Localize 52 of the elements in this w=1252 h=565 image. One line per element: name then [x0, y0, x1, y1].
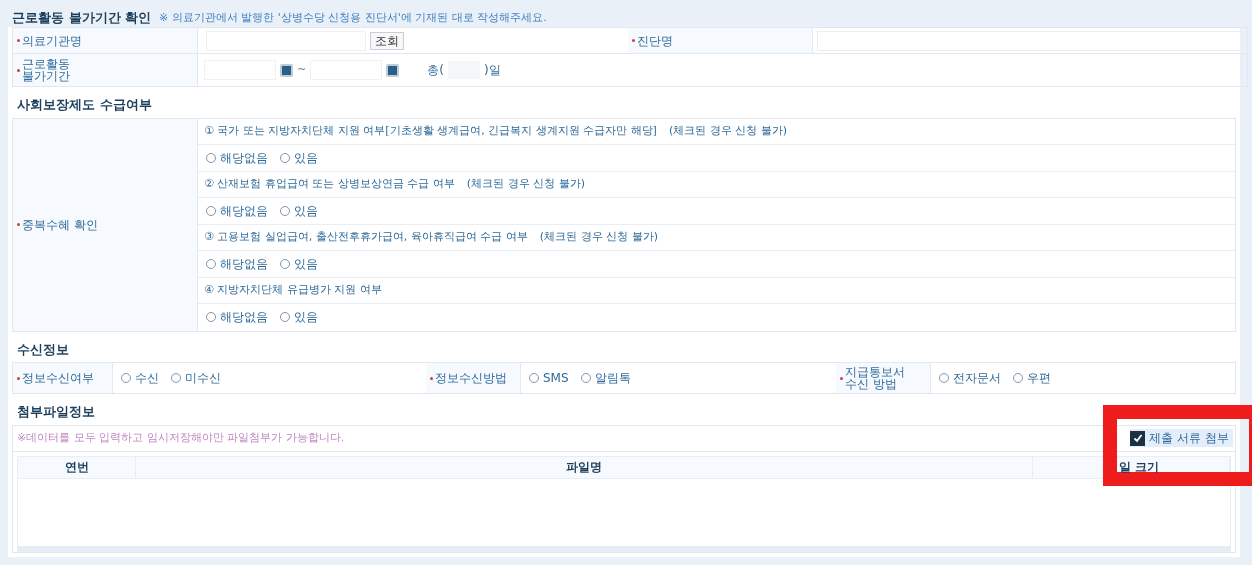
- required-icon: [17, 68, 20, 72]
- required-icon: [840, 376, 843, 380]
- field-label: 정보수신여부: [22, 372, 94, 384]
- required-icon: [632, 39, 635, 42]
- note-text: ※ 의료기관에서 발행한 '상병수당 신청용 진단서'에 기재된 대로 작성해주세요.: [159, 9, 547, 26]
- radio-option[interactable]: 해당없음: [206, 201, 268, 220]
- section-title: 수신정보: [16, 340, 70, 359]
- field-label: 정보수신방법: [435, 372, 507, 384]
- question-text: ① 국가 또는 지방자치단체 지원 여부[기초생활 생계급여, 긴급복지 생계지원 수급자만 해당]: [204, 123, 657, 139]
- calendar-icon[interactable]: [280, 63, 293, 77]
- total-days-prefix: 총(: [427, 62, 444, 79]
- question-text: ④ 지방자치단체 유급병가 지원 여부: [204, 282, 382, 298]
- section-title: 사회보장제도 수급여부: [16, 96, 153, 114]
- range-separator: ~: [297, 61, 307, 78]
- radio-option[interactable]: SMS: [529, 369, 569, 387]
- field-label: 근로활동 불가기간: [22, 58, 70, 82]
- required-icon: [17, 376, 20, 380]
- column-header: 파일명: [566, 459, 602, 476]
- radio-option[interactable]: 있음: [280, 148, 318, 167]
- field-label: 중복수혜 확인: [22, 218, 98, 231]
- radio-option[interactable]: 해당없음: [206, 254, 268, 273]
- required-icon: [17, 39, 20, 42]
- field-label: 의료기관명: [22, 34, 82, 47]
- search-button[interactable]: 조회: [370, 31, 404, 50]
- required-icon: [17, 223, 20, 226]
- question-note: (체크된 경우 신청 불가): [668, 123, 787, 139]
- total-days-suffix: )일: [483, 62, 501, 79]
- check-icon: [1130, 430, 1146, 446]
- section-title: 근로활동 불가기간 확인: [12, 8, 152, 27]
- radio-option[interactable]: 있음: [280, 201, 318, 220]
- notice-text: ※데이터를 모두 입력하고 임시저장해야만 파일첨부가 가능합니다.: [17, 429, 345, 446]
- column-header: 연번: [64, 459, 89, 476]
- radio-option[interactable]: 우편: [1013, 369, 1051, 387]
- calendar-icon[interactable]: [386, 63, 400, 77]
- radio-option[interactable]: 알림톡: [580, 369, 631, 387]
- section-title: 첨부파일정보: [16, 403, 96, 421]
- field-label: 지급통보서 수신 방법: [845, 366, 905, 390]
- radio-option[interactable]: 수신: [121, 369, 159, 387]
- radio-option[interactable]: 있음: [280, 308, 318, 327]
- required-icon: [430, 376, 433, 380]
- question-note: (체크된 경우 신청 불가): [539, 229, 658, 245]
- column-header: 일 크기: [1119, 459, 1160, 476]
- radio-option[interactable]: 해당없음: [206, 308, 268, 327]
- radio-option[interactable]: 해당없음: [206, 148, 268, 167]
- radio-option[interactable]: 있음: [280, 254, 318, 273]
- question-text: ② 산재보험 휴업급여 또는 상병보상연금 수급 여부: [204, 176, 455, 192]
- question-note: (체크된 경우 신청 불가): [466, 176, 585, 192]
- radio-option[interactable]: 미수신: [171, 369, 221, 387]
- attach-checkbox[interactable]: 제출 서류 첨부: [1130, 429, 1233, 447]
- radio-option[interactable]: 전자문서: [939, 369, 1001, 387]
- question-text: ③ 고용보험 실업급여, 출산전후휴가급여, 육아휴직급여 수급 여부: [204, 229, 528, 245]
- field-label: 진단명: [637, 34, 673, 47]
